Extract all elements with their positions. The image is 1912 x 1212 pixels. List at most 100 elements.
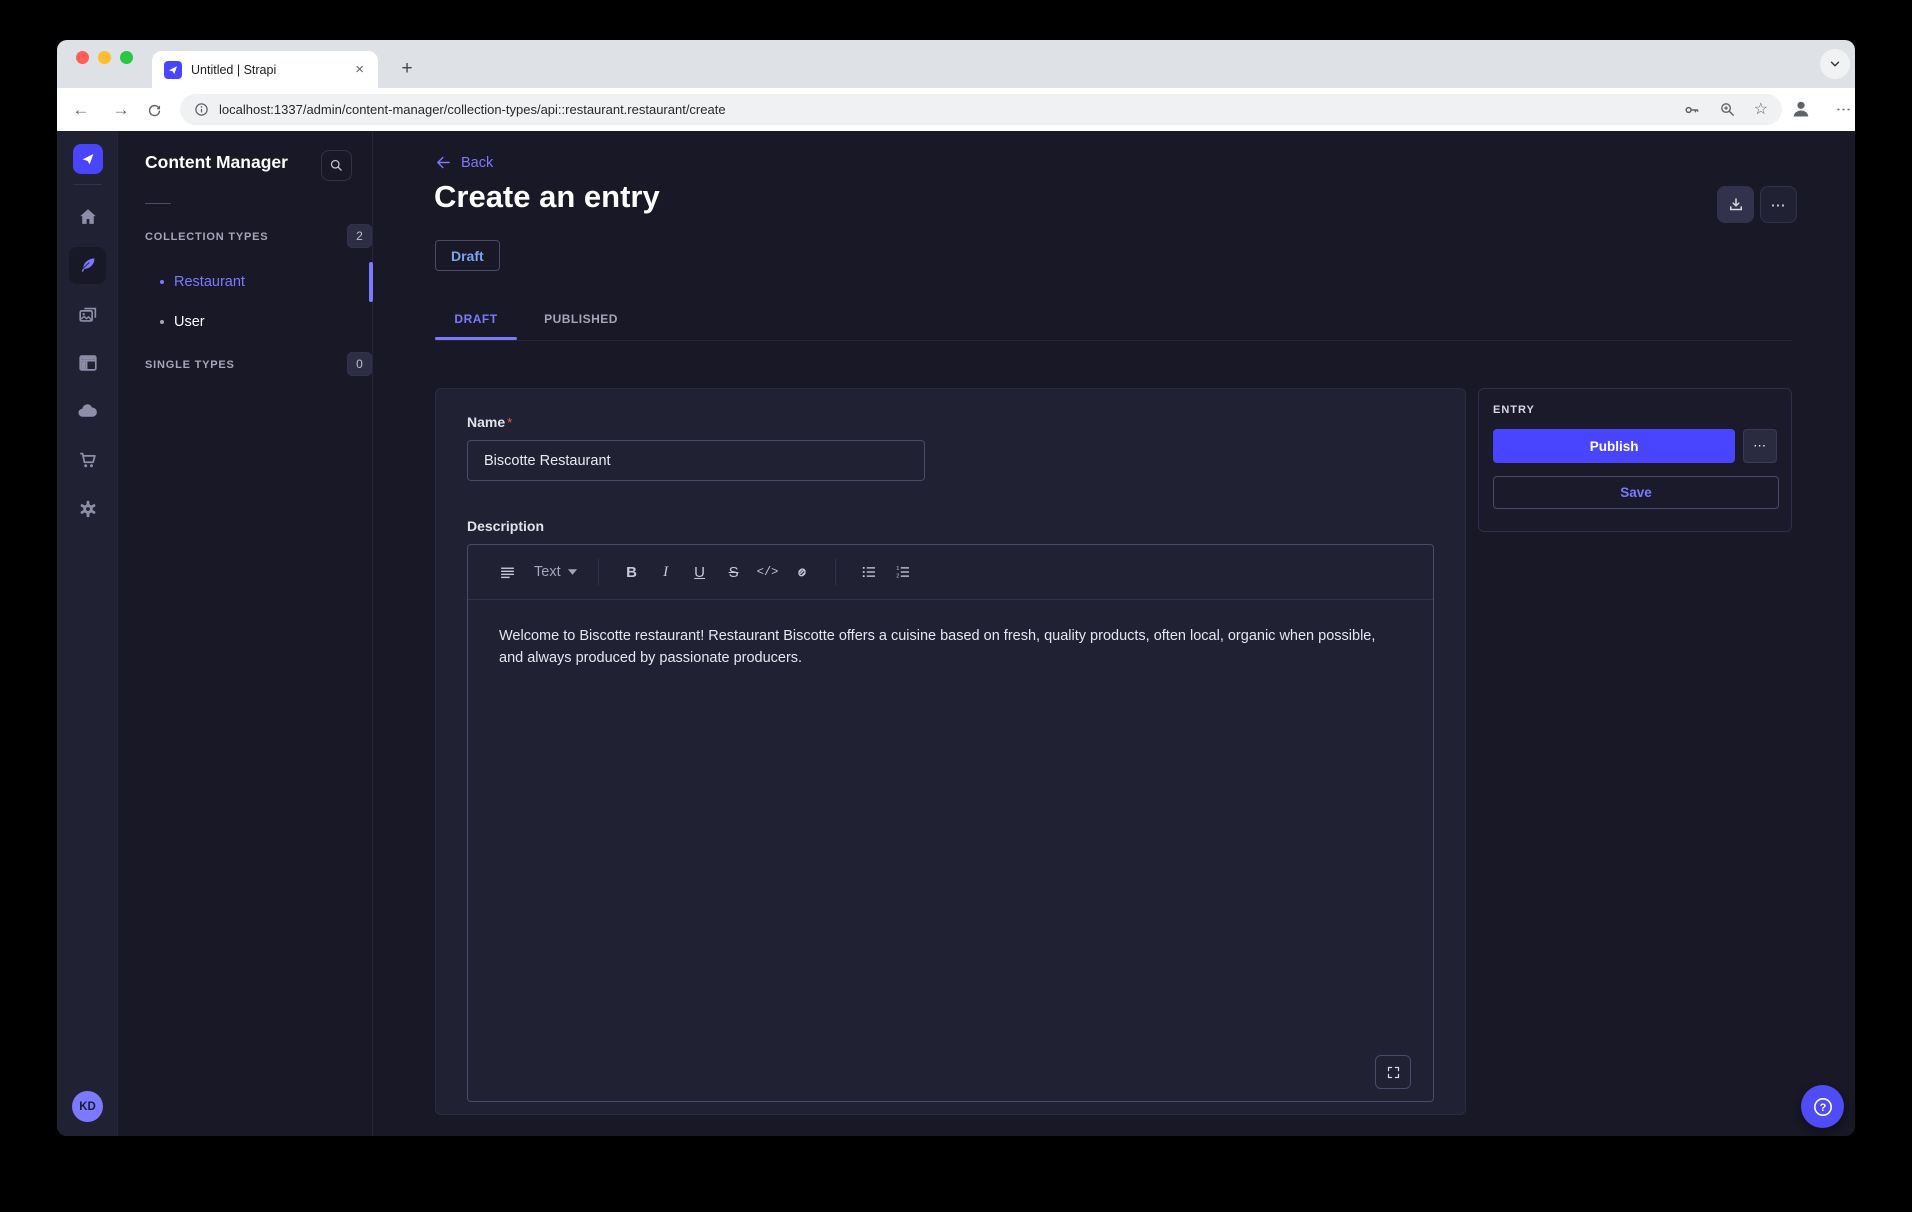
download-icon xyxy=(1727,196,1745,214)
browser-menu-button[interactable]: ⋮ xyxy=(1831,95,1855,125)
search-icon xyxy=(329,158,344,173)
tab-search-button[interactable] xyxy=(1820,49,1850,79)
entry-panel-title: ENTRY xyxy=(1493,404,1777,416)
name-input[interactable] xyxy=(467,440,925,481)
numbered-list-icon: 12 xyxy=(894,563,912,581)
browser-forward-button[interactable]: → xyxy=(106,95,136,125)
code-button[interactable]: </> xyxy=(751,555,785,589)
arrow-left-icon xyxy=(435,154,452,171)
cloud-icon xyxy=(76,400,99,423)
gear-icon xyxy=(77,498,99,520)
align-justify-button[interactable] xyxy=(490,555,524,589)
new-tab-button[interactable]: + xyxy=(391,53,423,85)
nav-content-manager-button[interactable] xyxy=(69,247,106,284)
back-link[interactable]: Back xyxy=(435,154,493,171)
expand-editor-button[interactable] xyxy=(1375,1055,1411,1089)
bulleted-list-button[interactable] xyxy=(852,555,886,589)
help-button[interactable]: ? xyxy=(1801,1085,1844,1128)
url-text: localhost:1337/admin/content-manager/col… xyxy=(219,102,1683,117)
bold-button[interactable]: B xyxy=(615,555,649,589)
description-editor-content[interactable]: Welcome to Biscotte restaurant! Restaura… xyxy=(468,600,1433,695)
content-manager-subnav: Content Manager COLLECTION TYPES 2 Resta… xyxy=(118,131,373,1136)
browser-tabstrip: Untitled | Strapi × + xyxy=(57,40,1855,88)
header-more-button[interactable]: ⋯ xyxy=(1760,186,1797,223)
tab-close-icon[interactable]: × xyxy=(353,61,366,78)
strapi-logo[interactable] xyxy=(73,144,103,174)
sidebar-item-label: User xyxy=(174,314,205,330)
align-justify-icon xyxy=(499,564,516,581)
bullet-icon xyxy=(160,280,164,284)
subnav-search-button[interactable] xyxy=(321,150,352,181)
close-window-button[interactable] xyxy=(76,51,89,64)
svg-text:1: 1 xyxy=(896,566,899,572)
user-avatar[interactable]: KD xyxy=(72,1091,103,1122)
subnav-title: Content Manager xyxy=(145,152,288,173)
main-nav: KD xyxy=(57,131,118,1136)
browser-tab[interactable]: Untitled | Strapi × xyxy=(152,51,378,88)
nav-deploy-button[interactable] xyxy=(69,393,106,430)
entry-more-button[interactable]: ⋯ xyxy=(1743,429,1777,463)
save-button[interactable]: Save xyxy=(1493,476,1779,509)
strapi-app: KD Content Manager COLLECTION TYPES 2 Re… xyxy=(57,131,1855,1136)
browser-urlbar: ← → localhost:1337/admin/content-manager… xyxy=(57,88,1855,131)
strapi-favicon-icon xyxy=(164,61,182,79)
nav-home-button[interactable] xyxy=(69,198,106,235)
expand-icon xyxy=(1386,1065,1401,1080)
feather-icon xyxy=(77,255,98,276)
name-field-label: Name xyxy=(467,414,505,430)
home-icon xyxy=(77,206,99,228)
collection-types-count-badge: 2 xyxy=(347,224,372,248)
strikethrough-button[interactable]: S xyxy=(717,555,751,589)
tab-draft[interactable]: DRAFT xyxy=(435,301,517,337)
rich-text-editor: Text B I U S </> xyxy=(467,544,1434,1102)
back-label: Back xyxy=(461,155,493,171)
numbered-list-button[interactable]: 12 xyxy=(886,555,920,589)
browser-window: Untitled | Strapi × + ← → localhost:1337… xyxy=(57,40,1855,1136)
nav-media-library-button[interactable] xyxy=(69,296,106,333)
entry-panel: ENTRY Publish ⋯ Save xyxy=(1478,388,1792,532)
browser-profile-avatar[interactable] xyxy=(1789,97,1813,126)
status-badge: Draft xyxy=(435,240,500,271)
zoom-in-icon[interactable] xyxy=(1719,101,1736,118)
question-mark-icon: ? xyxy=(1811,1095,1835,1119)
tabs-divider xyxy=(435,340,1792,341)
text-style-dropdown[interactable]: Text xyxy=(534,564,561,580)
single-types-count-badge: 0 xyxy=(347,352,372,376)
link-icon xyxy=(793,563,811,581)
page-title: Create an entry xyxy=(434,179,660,215)
tab-title: Untitled | Strapi xyxy=(191,63,353,77)
url-field[interactable]: localhost:1337/admin/content-manager/col… xyxy=(180,94,1782,125)
single-types-label: SINGLE TYPES xyxy=(145,359,235,371)
chevron-down-icon[interactable] xyxy=(567,568,578,576)
reload-icon xyxy=(146,102,163,119)
sidebar-item-user[interactable]: User xyxy=(118,302,372,342)
export-button[interactable] xyxy=(1717,186,1754,223)
sidebar-item-restaurant[interactable]: Restaurant xyxy=(118,262,372,302)
toolbar-divider xyxy=(835,559,836,585)
nav-settings-button[interactable] xyxy=(69,490,106,527)
link-button[interactable] xyxy=(785,555,819,589)
cart-icon xyxy=(77,449,99,471)
italic-button[interactable]: I xyxy=(649,555,683,589)
entry-form-card: Name* Description Text xyxy=(435,388,1466,1115)
minimize-window-button[interactable] xyxy=(98,51,111,64)
nav-marketplace-button[interactable] xyxy=(69,441,106,478)
browser-back-button[interactable]: ← xyxy=(66,95,96,125)
media-library-icon xyxy=(77,304,99,326)
password-key-icon[interactable] xyxy=(1683,101,1701,119)
svg-text:2: 2 xyxy=(896,573,899,579)
toolbar-divider xyxy=(598,559,599,585)
nav-content-type-builder-button[interactable] xyxy=(69,344,106,381)
zoom-window-button[interactable] xyxy=(120,51,133,64)
bookmark-star-icon[interactable]: ☆ xyxy=(1754,102,1768,118)
layout-icon xyxy=(77,352,99,374)
svg-text:?: ? xyxy=(1819,1102,1826,1114)
description-field-label: Description xyxy=(467,518,544,534)
required-mark: * xyxy=(507,415,512,430)
site-info-icon[interactable] xyxy=(194,102,209,117)
publish-button[interactable]: Publish xyxy=(1493,429,1735,463)
bulleted-list-icon xyxy=(860,563,878,581)
browser-reload-button[interactable] xyxy=(139,95,169,125)
underline-button[interactable]: U xyxy=(683,555,717,589)
tab-published[interactable]: PUBLISHED xyxy=(531,301,631,337)
